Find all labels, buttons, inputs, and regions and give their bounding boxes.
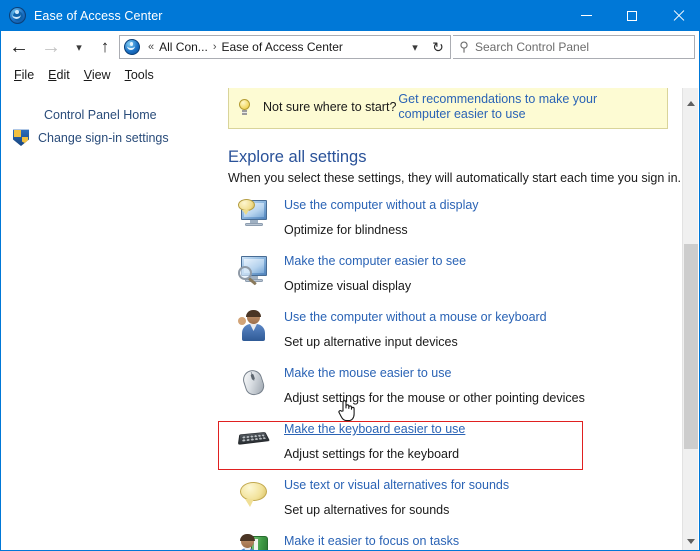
settings-list: Use the computer without a display Optim… bbox=[216, 196, 684, 550]
breadcrumb-item-ease-of-access-center[interactable]: Ease of Access Center bbox=[219, 39, 344, 55]
lightbulb-icon bbox=[237, 97, 252, 117]
menu-tools[interactable]: Tools bbox=[118, 66, 161, 84]
menu-file-rest: ile bbox=[21, 67, 35, 82]
window-controls bbox=[563, 0, 699, 31]
sidebar-item-label: Control Panel Home bbox=[44, 108, 157, 122]
menu-edit-rest: dit bbox=[56, 67, 70, 82]
scroll-up-button[interactable] bbox=[683, 95, 699, 112]
address-bar[interactable]: « All Con... › Ease of Access Center ▾ ↻ bbox=[119, 35, 451, 59]
refresh-icon[interactable]: ↻ bbox=[426, 39, 450, 56]
sidebar-item-label: Change sign-in settings bbox=[38, 130, 169, 145]
keyboard-icon bbox=[237, 422, 270, 454]
address-bar-icon bbox=[124, 39, 140, 55]
breadcrumb-separator: › bbox=[212, 41, 217, 53]
scrollbar-thumb[interactable] bbox=[684, 244, 698, 449]
setting-item-make-keyboard-easier-to-use[interactable]: Make the keyboard easier to use Adjust s… bbox=[216, 420, 684, 476]
chevron-down-icon[interactable]: ▾ bbox=[404, 41, 426, 54]
minimize-icon bbox=[580, 15, 592, 16]
title-bar: Ease of Access Center bbox=[1, 0, 699, 31]
page-title: Explore all settings bbox=[228, 148, 367, 166]
window-title: Ease of Access Center bbox=[34, 8, 163, 23]
menu-edit-accel: E bbox=[48, 67, 57, 82]
setting-item-use-text-or-visual-alternatives-for-sounds[interactable]: Use text or visual alternatives for soun… bbox=[216, 476, 684, 532]
search-placeholder: Search Control Panel bbox=[475, 40, 590, 54]
sidebar: Control Panel Home Change sign-in settin… bbox=[1, 88, 216, 550]
menu-file[interactable]: File bbox=[7, 66, 41, 84]
minimize-button[interactable] bbox=[563, 0, 609, 31]
setting-item-make-computer-easier-to-see[interactable]: Make the computer easier to see Optimize… bbox=[216, 252, 684, 308]
menu-tools-rest: ools bbox=[130, 67, 154, 82]
scroll-down-button[interactable] bbox=[683, 533, 699, 550]
setting-description: Set up alternatives for sounds bbox=[284, 503, 450, 517]
back-button[interactable]: ← bbox=[5, 34, 33, 60]
monitor-speech-icon bbox=[238, 198, 270, 230]
monitor-magnifier-icon bbox=[238, 254, 270, 286]
mouse-icon bbox=[238, 366, 270, 398]
person-waving-icon bbox=[238, 310, 270, 342]
setting-description: Set up alternative input devices bbox=[284, 335, 458, 349]
search-box[interactable]: ⚲ Search Control Panel bbox=[453, 35, 695, 59]
forward-button[interactable]: → bbox=[37, 34, 65, 60]
maximize-button[interactable] bbox=[609, 0, 655, 31]
menu-edit[interactable]: Edit bbox=[41, 66, 77, 84]
menu-bar: File Edit View Tools bbox=[1, 63, 699, 86]
shield-icon bbox=[13, 129, 29, 146]
setting-item-make-mouse-easier-to-use[interactable]: Make the mouse easier to use Adjust sett… bbox=[216, 364, 684, 420]
setting-description: Optimize visual display bbox=[284, 279, 412, 293]
close-button[interactable] bbox=[655, 0, 699, 31]
setting-title[interactable]: Use the computer without a mouse or keyb… bbox=[284, 310, 547, 324]
setting-title[interactable]: Use text or visual alternatives for soun… bbox=[284, 478, 509, 492]
speech-bubble-icon bbox=[238, 478, 270, 510]
search-icon: ⚲ bbox=[459, 39, 469, 54]
recent-locations-button[interactable]: ▾ bbox=[69, 34, 89, 60]
breadcrumb-item-all-control-panel[interactable]: All Con... bbox=[157, 39, 210, 55]
setting-title[interactable]: Make it easier to focus on tasks bbox=[284, 534, 459, 548]
maximize-icon bbox=[627, 10, 637, 21]
close-icon bbox=[672, 10, 684, 22]
person-book-icon bbox=[238, 534, 270, 550]
chevron-up-icon bbox=[687, 101, 695, 106]
banner-question: Not sure where to start? bbox=[263, 100, 397, 114]
content-pane: Not sure where to start? Get recommendat… bbox=[216, 88, 684, 550]
chevron-down-icon bbox=[687, 539, 695, 544]
setting-title[interactable]: Make the mouse easier to use bbox=[284, 366, 451, 380]
setting-description: Adjust settings for the keyboard bbox=[284, 447, 460, 461]
navigation-bar: ← → ▾ ↑ « All Con... › Ease of Access Ce… bbox=[1, 31, 699, 63]
up-button[interactable]: ↑ bbox=[93, 34, 117, 60]
sidebar-item-change-sign-in-settings[interactable]: Change sign-in settings bbox=[1, 126, 216, 149]
menu-view-rest: iew bbox=[91, 67, 111, 82]
setting-description: Optimize for blindness bbox=[284, 223, 408, 237]
ease-of-access-icon bbox=[9, 7, 26, 24]
sidebar-item-control-panel-home[interactable]: Control Panel Home bbox=[1, 104, 216, 126]
setting-item-use-computer-without-display[interactable]: Use the computer without a display Optim… bbox=[216, 196, 684, 252]
setting-title[interactable]: Use the computer without a display bbox=[284, 198, 479, 212]
vertical-scrollbar[interactable] bbox=[682, 88, 698, 550]
menu-view-accel: V bbox=[83, 67, 92, 82]
breadcrumb-separator-first: « bbox=[148, 41, 155, 53]
menu-view[interactable]: View bbox=[77, 66, 118, 84]
ease-of-access-window: Ease of Access Center ← → ▾ ↑ « All Con.… bbox=[0, 0, 700, 551]
setting-title[interactable]: Make the computer easier to see bbox=[284, 254, 466, 268]
setting-title[interactable]: Make the keyboard easier to use bbox=[284, 422, 465, 436]
menu-file-accel: F bbox=[14, 67, 22, 82]
get-recommendations-link[interactable]: Get recommendations to make your compute… bbox=[398, 92, 650, 122]
page-subtext: When you select these settings, they wil… bbox=[228, 171, 681, 185]
setting-item-use-computer-without-mouse-or-keyboard[interactable]: Use the computer without a mouse or keyb… bbox=[216, 308, 684, 364]
recommendations-banner: Not sure where to start? Get recommendat… bbox=[228, 88, 668, 129]
setting-item-make-it-easier-to-focus-on-tasks[interactable]: Make it easier to focus on tasks bbox=[216, 532, 684, 550]
setting-description: Adjust settings for the mouse or other p… bbox=[284, 391, 585, 405]
